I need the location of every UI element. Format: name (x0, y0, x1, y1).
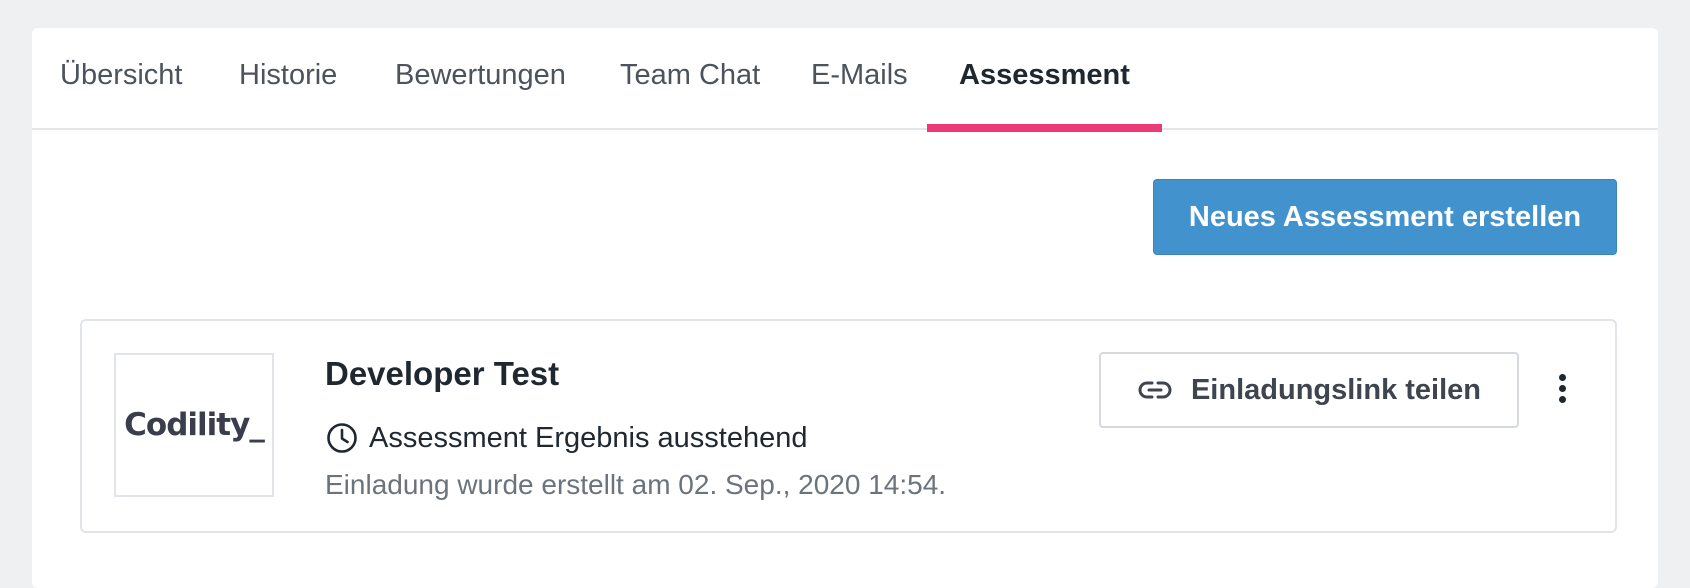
tab-team-chat[interactable]: Team Chat (620, 28, 760, 130)
invitation-created-info: Einladung wurde erstellt am 02. Sep., 20… (325, 469, 947, 500)
tab-bar: Übersicht Historie Bewertungen Team Chat… (32, 28, 1658, 132)
share-invitation-link-label: Einladungslink teilen (1190, 373, 1482, 406)
tab-historie[interactable]: Historie (239, 28, 337, 130)
tab-assessment[interactable]: Assessment (927, 28, 1162, 132)
share-invitation-link-button[interactable]: Einladungslink teilen (1099, 352, 1519, 428)
clock-icon (325, 421, 359, 455)
assessment-title: Developer Test (325, 355, 560, 392)
assessment-status: Assessment Ergebnis ausstehend (325, 418, 807, 458)
codility-logo-text: Codility_ (124, 407, 265, 443)
assessment-card: Codility_ Developer Test Assessment Erge… (80, 319, 1617, 533)
link-icon (1137, 372, 1173, 408)
status-text: Assessment Ergebnis ausstehend (369, 421, 808, 454)
tab-bewertungen[interactable]: Bewertungen (395, 28, 566, 130)
candidate-panel: Übersicht Historie Bewertungen Team Chat… (32, 28, 1658, 588)
tab-e-mails[interactable]: E-Mails (811, 28, 908, 130)
tab-assessment-label: Assessment (959, 59, 1130, 91)
active-tab-indicator (927, 124, 1162, 132)
create-assessment-button[interactable]: Neues Assessment erstellen (1153, 179, 1617, 255)
more-options-icon[interactable] (1544, 363, 1580, 413)
codility-logo: Codility_ (114, 353, 274, 497)
tab-uebersicht[interactable]: Übersicht (60, 28, 183, 130)
